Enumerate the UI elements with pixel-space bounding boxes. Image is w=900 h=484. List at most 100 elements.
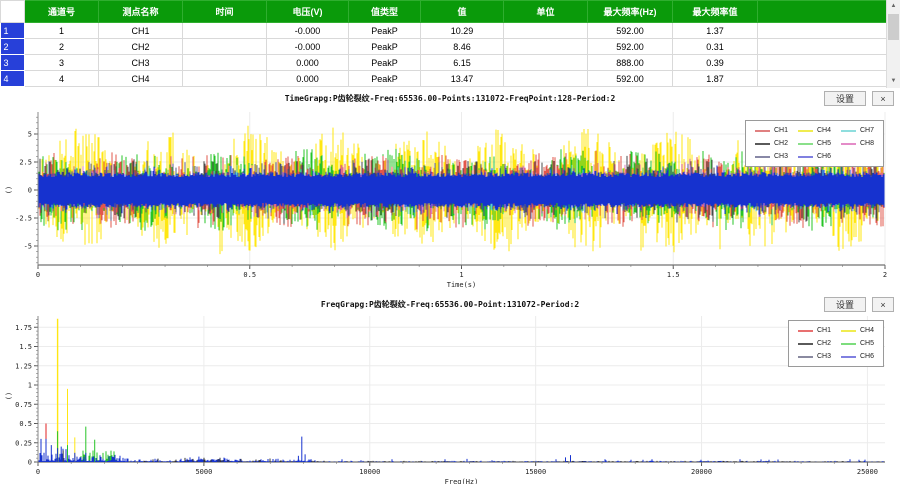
scroll-thumb[interactable]	[888, 14, 899, 40]
cell-max_freq[interactable]: 888.00	[588, 55, 673, 71]
cell-name[interactable]: CH1	[99, 23, 183, 39]
svg-text:(): ()	[5, 392, 13, 400]
col-header-voltage[interactable]: 电压(V)	[267, 1, 349, 23]
cell-voltage[interactable]: 0.000	[267, 55, 349, 71]
cell-name[interactable]: CH4	[99, 71, 183, 87]
cell-voltage[interactable]: -0.000	[267, 23, 349, 39]
cell-max_freq_value[interactable]: 1.37	[673, 23, 758, 39]
cell-time[interactable]	[183, 23, 267, 39]
cell-max_freq_value[interactable]: 0.39	[673, 55, 758, 71]
time-chart-title: TimeGrapg:P齿轮裂纹-Freq:65536.00-Points:131…	[0, 93, 900, 104]
table-row[interactable]: 33CH30.000PeakP6.15888.000.39	[1, 55, 888, 71]
col-header-value[interactable]: 值	[421, 1, 504, 23]
cell-value_type[interactable]: PeakP	[349, 39, 421, 55]
freq-chart-settings-button[interactable]: 设置	[824, 297, 866, 312]
table-vertical-scrollbar[interactable]: ▲ ▼	[886, 0, 900, 88]
svg-text:0: 0	[28, 187, 32, 195]
legend-label: CH1	[774, 127, 788, 134]
legend-line-icon	[798, 330, 813, 332]
cell-time[interactable]	[183, 39, 267, 55]
row-header[interactable]: 1	[1, 23, 25, 39]
freq-chart-canvas[interactable]: 050001000015000200002500000.250.50.7511.…	[0, 314, 900, 484]
row-header[interactable]: 3	[1, 55, 25, 71]
col-header-name[interactable]: 测点名称	[99, 1, 183, 23]
cell-extra[interactable]	[758, 55, 888, 71]
svg-text:1.5: 1.5	[19, 343, 32, 351]
cell-extra[interactable]	[758, 23, 888, 39]
legend-entry-ch8: CH8	[841, 140, 874, 147]
legend-line-icon	[798, 343, 813, 345]
row-header[interactable]: 2	[1, 39, 25, 55]
cell-value[interactable]: 13.47	[421, 71, 504, 87]
col-header-max_freq_value[interactable]: 最大频率值	[673, 1, 758, 23]
legend-label: CH5	[860, 340, 874, 347]
freq-chart-plot[interactable]: 050001000015000200002500000.250.50.7511.…	[0, 314, 900, 484]
cell-value[interactable]: 6.15	[421, 55, 504, 71]
scroll-up-arrow[interactable]: ▲	[887, 0, 900, 13]
cell-max_freq[interactable]: 592.00	[588, 39, 673, 55]
cell-extra[interactable]	[758, 71, 888, 87]
col-header-value_type[interactable]: 值类型	[349, 1, 421, 23]
cell-channel[interactable]: 3	[25, 55, 99, 71]
legend-label: CH6	[860, 353, 874, 360]
legend-line-icon	[841, 356, 856, 358]
cell-name[interactable]: CH3	[99, 55, 183, 71]
time-chart-settings-button[interactable]: 设置	[824, 91, 866, 106]
table-row[interactable]: 44CH40.000PeakP13.47592.001.87	[1, 71, 888, 87]
svg-text:-2.5: -2.5	[15, 215, 32, 223]
col-header-max_freq[interactable]: 最大频率(Hz)	[588, 1, 673, 23]
svg-text:5: 5	[28, 131, 32, 139]
svg-text:0.5: 0.5	[243, 271, 256, 279]
col-header-unit[interactable]: 单位	[504, 1, 588, 23]
freq-chart-close-button[interactable]: ×	[872, 297, 894, 312]
cell-value[interactable]: 8.46	[421, 39, 504, 55]
time-chart-plot[interactable]: 00.511.5252.50-2.5-5Time(s)() CH1CH2CH3C…	[0, 110, 900, 299]
cell-max_freq[interactable]: 592.00	[588, 23, 673, 39]
legend-label: CH6	[817, 153, 831, 160]
legend-line-icon	[798, 143, 813, 145]
svg-text:2: 2	[883, 271, 887, 279]
cell-value_type[interactable]: PeakP	[349, 23, 421, 39]
time-chart-header: TimeGrapg:P齿轮裂纹-Freq:65536.00-Points:131…	[0, 88, 900, 110]
corner-cell	[1, 1, 25, 23]
table-row[interactable]: 11CH1-0.000PeakP10.29592.001.37	[1, 23, 888, 39]
cell-voltage[interactable]: -0.000	[267, 39, 349, 55]
measurement-table-section: 通道号测点名称时间电压(V)值类型值单位最大频率(Hz)最大频率值 11CH1-…	[0, 0, 900, 89]
cell-unit[interactable]	[504, 71, 588, 87]
svg-text:Time(s): Time(s)	[447, 281, 477, 289]
cell-unit[interactable]	[504, 39, 588, 55]
freq-chart-header: FreqGrapg:P齿轮裂纹-Freq:65536.00-Point:1310…	[0, 294, 900, 314]
legend-label: CH8	[860, 140, 874, 147]
legend-label: CH2	[817, 340, 831, 347]
col-header-extra[interactable]	[758, 1, 888, 23]
legend-entry-ch3: CH3	[798, 353, 831, 360]
cell-unit[interactable]	[504, 55, 588, 71]
cell-name[interactable]: CH2	[99, 39, 183, 55]
cell-time[interactable]	[183, 71, 267, 87]
legend-line-icon	[841, 130, 856, 132]
cell-channel[interactable]: 4	[25, 71, 99, 87]
row-header[interactable]: 4	[1, 71, 25, 87]
cell-channel[interactable]: 1	[25, 23, 99, 39]
svg-text:0.75: 0.75	[15, 401, 32, 409]
cell-time[interactable]	[183, 55, 267, 71]
cell-value_type[interactable]: PeakP	[349, 71, 421, 87]
cell-max_freq_value[interactable]: 1.87	[673, 71, 758, 87]
legend-line-icon	[841, 330, 856, 332]
cell-max_freq[interactable]: 592.00	[588, 71, 673, 87]
cell-unit[interactable]	[504, 23, 588, 39]
cell-value[interactable]: 10.29	[421, 23, 504, 39]
col-header-channel[interactable]: 通道号	[25, 1, 99, 23]
col-header-time[interactable]: 时间	[183, 1, 267, 23]
legend-entry-ch1: CH1	[755, 127, 788, 134]
cell-value_type[interactable]: PeakP	[349, 55, 421, 71]
table-row[interactable]: 22CH2-0.000PeakP8.46592.000.31	[1, 39, 888, 55]
svg-text:0: 0	[36, 468, 40, 476]
cell-max_freq_value[interactable]: 0.31	[673, 39, 758, 55]
cell-channel[interactable]: 2	[25, 39, 99, 55]
cell-voltage[interactable]: 0.000	[267, 71, 349, 87]
time-chart-close-button[interactable]: ×	[872, 91, 894, 106]
cell-extra[interactable]	[758, 39, 888, 55]
legend-entry-ch5: CH5	[841, 340, 874, 347]
scroll-down-arrow[interactable]: ▼	[887, 75, 900, 88]
